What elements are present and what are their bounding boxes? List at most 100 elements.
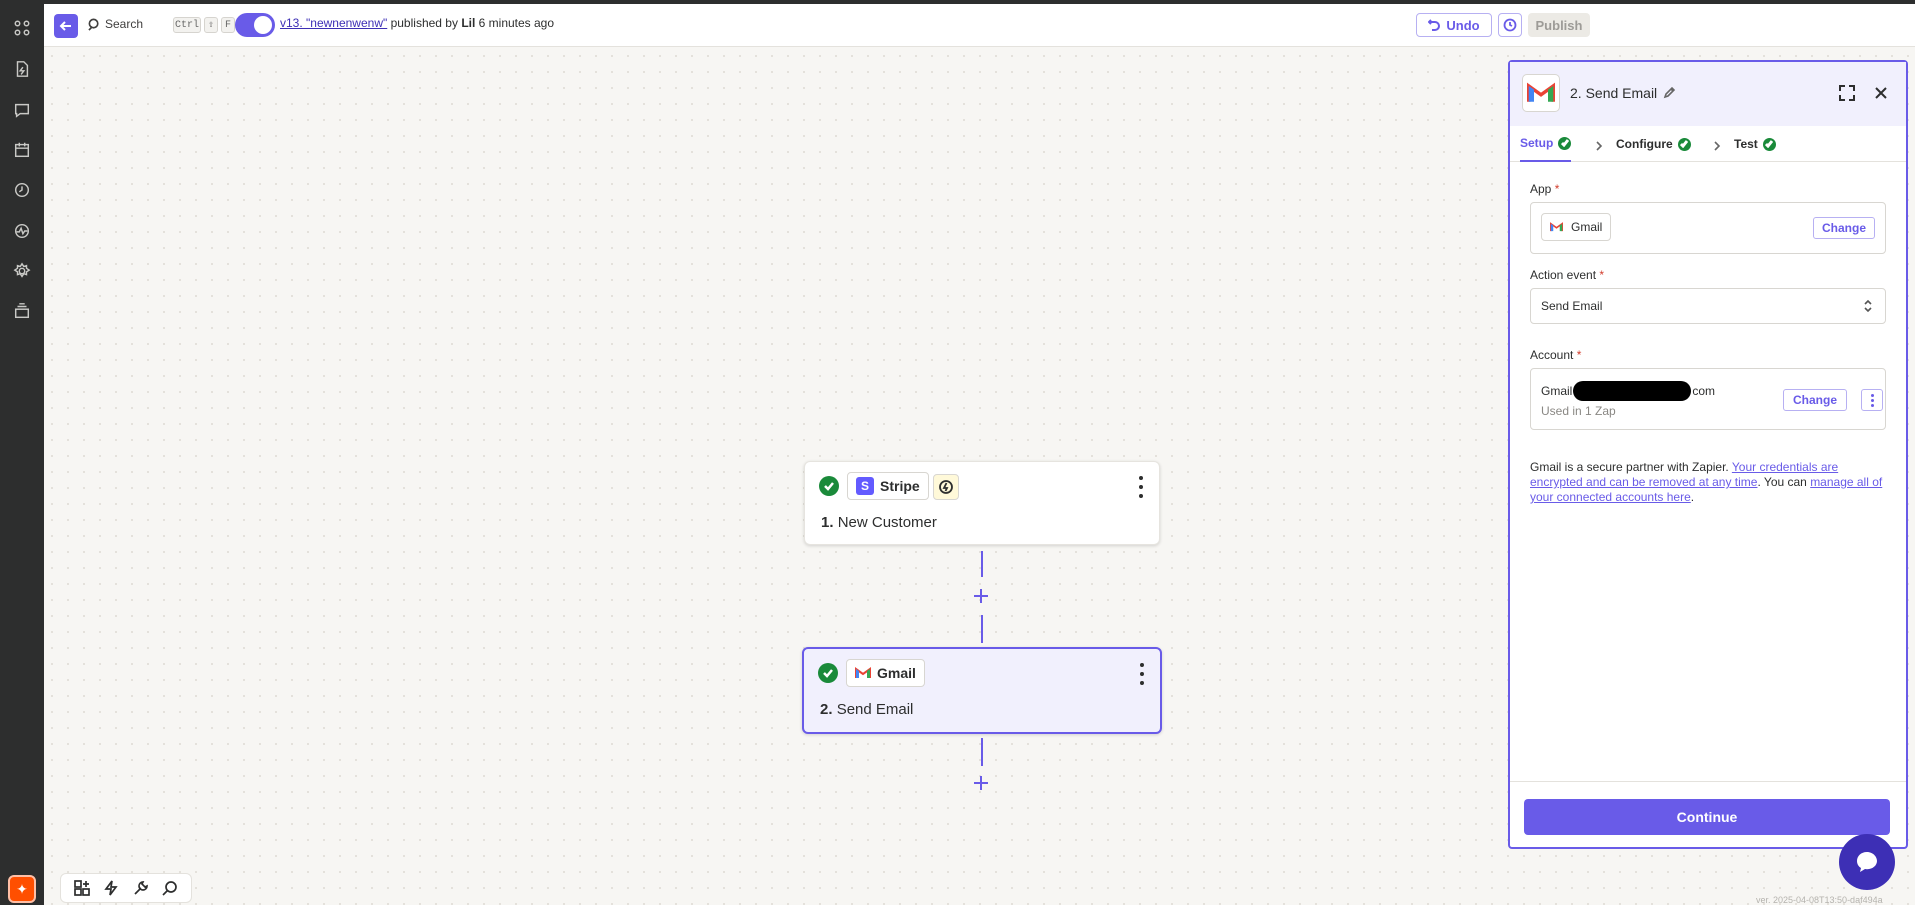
step-more-menu[interactable] — [1138, 663, 1146, 685]
tab-setup[interactable]: Setup — [1520, 126, 1572, 162]
app-chip-gmail[interactable]: Gmail — [846, 659, 925, 687]
undo-button[interactable]: Undo — [1416, 13, 1492, 37]
app-value: Gmail — [1571, 220, 1603, 234]
activity-icon[interactable] — [12, 221, 32, 241]
step-title: 2. Send Email — [820, 701, 913, 718]
gmail-logo-icon — [855, 667, 871, 678]
panel-tabs: Setup Configure Test — [1510, 126, 1906, 162]
history-clock-icon — [1503, 18, 1517, 32]
account-more-menu[interactable] — [1861, 389, 1883, 411]
undo-label: Undo — [1446, 17, 1480, 33]
version-link[interactable]: v13. "newnenwenw" — [280, 16, 387, 30]
account-name: Gmail com — [1541, 381, 1715, 401]
tab-complete-icon — [1762, 137, 1776, 151]
undo-icon — [1428, 19, 1441, 31]
change-app-button[interactable]: Change — [1813, 217, 1875, 239]
publish-button[interactable]: Publish — [1528, 13, 1590, 37]
settings-icon[interactable] — [12, 261, 32, 281]
stripe-logo-icon: S — [856, 477, 874, 495]
trigger-icon — [933, 474, 959, 500]
change-account-button[interactable]: Change — [1783, 389, 1847, 411]
tab-complete-icon — [1677, 137, 1691, 151]
apps-icon[interactable] — [12, 18, 32, 38]
editor-header: Search Ctrl ⇧ F v13. "newnenwenw" publis… — [44, 4, 1915, 47]
tools-wrench-icon[interactable] — [131, 878, 151, 898]
search-icon — [88, 18, 99, 31]
app-field-label: App * — [1530, 182, 1560, 196]
back-button[interactable] — [54, 14, 78, 38]
step-name: Send Email — [836, 701, 914, 718]
support-chat-button[interactable] — [1839, 834, 1895, 890]
tab-configure[interactable]: Configure — [1616, 126, 1691, 162]
step-node-2[interactable]: Gmail 2. Send Email — [802, 647, 1162, 734]
account-usage: Used in 1 Zap — [1541, 404, 1616, 418]
zap-file-icon[interactable] — [12, 59, 32, 79]
step-name: New Customer — [837, 514, 937, 531]
search-label: Search — [105, 17, 144, 31]
panel-title[interactable]: 2. Send Email — [1570, 85, 1676, 101]
security-note: Gmail is a secure partner with Zapier. Y… — [1530, 460, 1883, 504]
expand-icon[interactable] — [1838, 84, 1856, 102]
search-button[interactable]: Search — [88, 17, 143, 31]
step-complete-icon — [818, 663, 838, 683]
app-chip-label: Gmail — [877, 665, 916, 681]
gmail-logo-icon — [1522, 74, 1560, 112]
left-rail: ✦ — [0, 4, 44, 905]
zap-bolt-icon[interactable] — [101, 878, 121, 898]
version-footer: ver. 2025-04-08T13:50-daf494a — [1756, 895, 1883, 905]
close-icon[interactable] — [1872, 84, 1890, 102]
continue-button[interactable]: Continue — [1524, 799, 1890, 835]
step-number: 1. — [821, 514, 834, 531]
step-number: 2. — [820, 701, 833, 718]
account-label: Account * — [1530, 348, 1582, 362]
action-event-select[interactable]: Send Email — [1530, 288, 1886, 324]
kbd-ctrl: Ctrl — [173, 17, 201, 33]
chat-icon[interactable] — [12, 100, 32, 120]
version-info: v13. "newnenwenw" published by Lil 6 min… — [280, 16, 554, 30]
gmail-logo-icon — [1550, 222, 1563, 232]
tab-label: Configure — [1616, 137, 1673, 151]
published-ago: 6 minutes ago — [475, 16, 555, 30]
connector-line — [981, 551, 983, 577]
canvas-search-icon[interactable] — [160, 878, 180, 898]
account-field: Gmail com Used in 1 Zap Change — [1530, 368, 1886, 430]
panel-title-text: 2. Send Email — [1570, 85, 1658, 101]
chevron-updown-icon — [1864, 299, 1872, 313]
chevron-right-icon — [1594, 138, 1604, 151]
panel-header: 2. Send Email — [1510, 62, 1906, 126]
copilot-star-icon[interactable]: ✦ — [8, 875, 36, 903]
version-history-button[interactable] — [1498, 13, 1522, 37]
app-chip-stripe[interactable]: S Stripe — [847, 472, 929, 500]
publisher-name: Lil — [461, 16, 476, 30]
required-mark: * — [1554, 182, 1560, 196]
step-title: 1. New Customer — [821, 514, 937, 531]
tab-complete-icon — [1558, 136, 1572, 150]
tab-label: Test — [1734, 137, 1758, 151]
calendar-icon[interactable] — [12, 140, 32, 160]
add-apps-icon[interactable] — [72, 878, 92, 898]
history-icon[interactable] — [12, 180, 32, 200]
chat-bubble-icon — [1857, 852, 1877, 872]
chevron-right-icon — [1712, 138, 1722, 151]
tab-label: Setup — [1520, 136, 1554, 150]
kbd-f: F — [221, 17, 235, 33]
required-mark: * — [1599, 268, 1605, 282]
step-more-menu[interactable] — [1137, 476, 1145, 498]
app-chip-label: Stripe — [880, 478, 920, 494]
action-event-label: Action event * — [1530, 268, 1605, 282]
published-by-text: published by — [387, 16, 462, 30]
pencil-icon — [1663, 87, 1676, 99]
tab-test[interactable]: Test — [1734, 126, 1776, 162]
zap-on-toggle[interactable] — [235, 13, 275, 37]
kbd-shift: ⇧ — [204, 17, 218, 33]
step-editor-panel: 2. Send Email Setup Configure Test App *… — [1508, 60, 1908, 849]
step-complete-icon — [819, 476, 839, 496]
redacted-email — [1573, 381, 1692, 401]
connector-line — [981, 738, 983, 766]
app-field: Gmail Change — [1530, 202, 1886, 254]
canvas-toolbar — [60, 873, 192, 903]
add-step-plus-icon[interactable] — [972, 587, 990, 605]
layers-icon[interactable] — [12, 301, 32, 321]
step-node-1[interactable]: S Stripe 1. New Customer — [804, 461, 1160, 545]
add-step-plus-icon[interactable] — [972, 774, 990, 792]
